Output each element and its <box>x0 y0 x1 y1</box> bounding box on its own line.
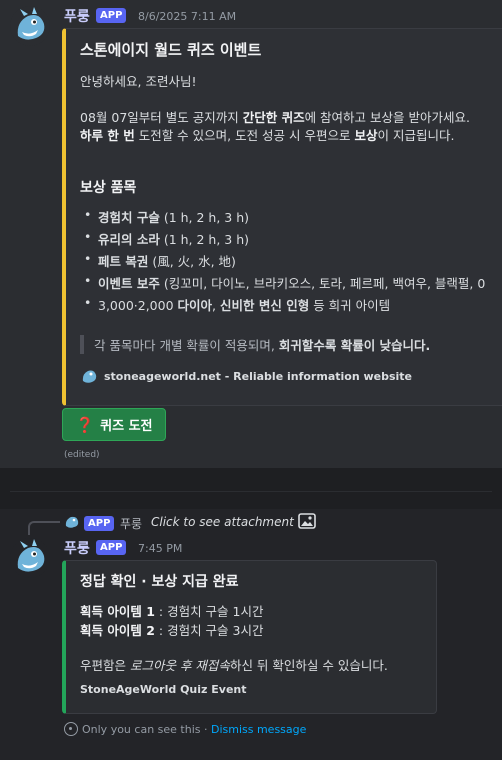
dragon-avatar[interactable] <box>10 538 50 578</box>
timestamp: 8/6/2025 7:11 AM <box>138 10 237 23</box>
mailbox-note: 우편함은 로그아웃 후 재접속하신 뒤 확인하실 수 있습니다. <box>80 658 388 673</box>
message-1: 푸룽 APP 8/6/2025 7:11 AM 스톤에이지 월드 퀴즈 이벤트 … <box>0 0 502 468</box>
reply-preview[interactable]: Click to see attachment <box>151 515 294 529</box>
divider-strip <box>0 468 502 509</box>
image-icon <box>298 513 316 529</box>
embed-footer: stoneageworld.net - Reliable information… <box>104 370 413 383</box>
embed-greeting: 안녕하세요, 조련사님! <box>80 74 197 89</box>
eye-icon <box>64 722 78 736</box>
username[interactable]: 푸룽 <box>64 6 90 26</box>
reward-item: 3,000·2,000 다이아, 신비한 변신 인형 등 희귀 아이템 <box>84 295 390 314</box>
embed-paragraph-2: 하루 한 번 도전할 수 있으며, 도전 성공 시 우편으로 보상이 지급됩니다… <box>80 128 455 143</box>
reward-item: 유리의 소라 (1 h, 2 h, 3 h) <box>84 229 249 248</box>
reply-username[interactable]: 푸룽 <box>120 515 142 532</box>
dismiss-message-link[interactable]: Dismiss message <box>211 723 306 736</box>
item-2: 획득 아이템 2 : 경험치 구슬 3시간 <box>80 623 264 638</box>
quiz-embed: 스톤에이지 월드 퀴즈 이벤트 안녕하세요, 조련사님! 08월 07일부터 별… <box>62 28 502 406</box>
ephemeral-text: Only you can see this · <box>82 723 211 736</box>
divider-line <box>10 491 492 492</box>
reward-item: 경험치 구슬 (1 h, 2 h, 3 h) <box>84 207 249 226</box>
app-badge: APP <box>96 8 127 23</box>
embed-paragraph-1: 08월 07일부터 별도 공지까지 간단한 퀴즈에 참여하고 보상을 받아가세요… <box>80 110 470 125</box>
reply-connector <box>28 521 60 535</box>
reply-app-badge: APP <box>84 516 115 531</box>
reward-item: 이벤트 보주 (킹꼬미, 다이노, 브라키오스, 토라, 페르페, 백여우, 블… <box>84 273 485 292</box>
app-badge: APP <box>96 540 127 555</box>
question-mark-icon: ❓ <box>75 415 95 434</box>
embed-footer: StoneAgeWorld Quiz Event <box>80 683 247 696</box>
embed-title: 스톤에이지 월드 퀴즈 이벤트 <box>80 41 262 59</box>
button-label: 퀴즈 도전 <box>100 419 153 434</box>
reply-avatar-icon[interactable] <box>64 514 80 530</box>
dragon-avatar[interactable] <box>10 6 50 46</box>
edited-label: (edited) <box>64 450 100 460</box>
username[interactable]: 푸룽 <box>64 538 90 558</box>
result-embed: 정답 확인 · 보상 지급 완료 획득 아이템 1 : 경험치 구슬 1시간 획… <box>62 560 437 714</box>
timestamp: 7:45 PM <box>138 542 183 555</box>
embed-title: 정답 확인 · 보상 지급 완료 <box>80 574 239 590</box>
ephemeral-notice: Only you can see this · Dismiss message <box>64 722 306 736</box>
quiz-challenge-button[interactable]: ❓ 퀴즈 도전 <box>62 408 166 441</box>
reward-heading: 보상 품목 <box>80 180 137 196</box>
dragon-footer-icon <box>82 370 97 383</box>
probability-note: 각 품목마다 개별 확률이 적용되며, 회귀할수록 확률이 낮습니다. <box>80 335 430 354</box>
reward-item: 페트 복권 (風, 火, 水, 地) <box>84 251 236 270</box>
item-1: 획득 아이템 1 : 경험치 구슬 1시간 <box>80 604 264 619</box>
